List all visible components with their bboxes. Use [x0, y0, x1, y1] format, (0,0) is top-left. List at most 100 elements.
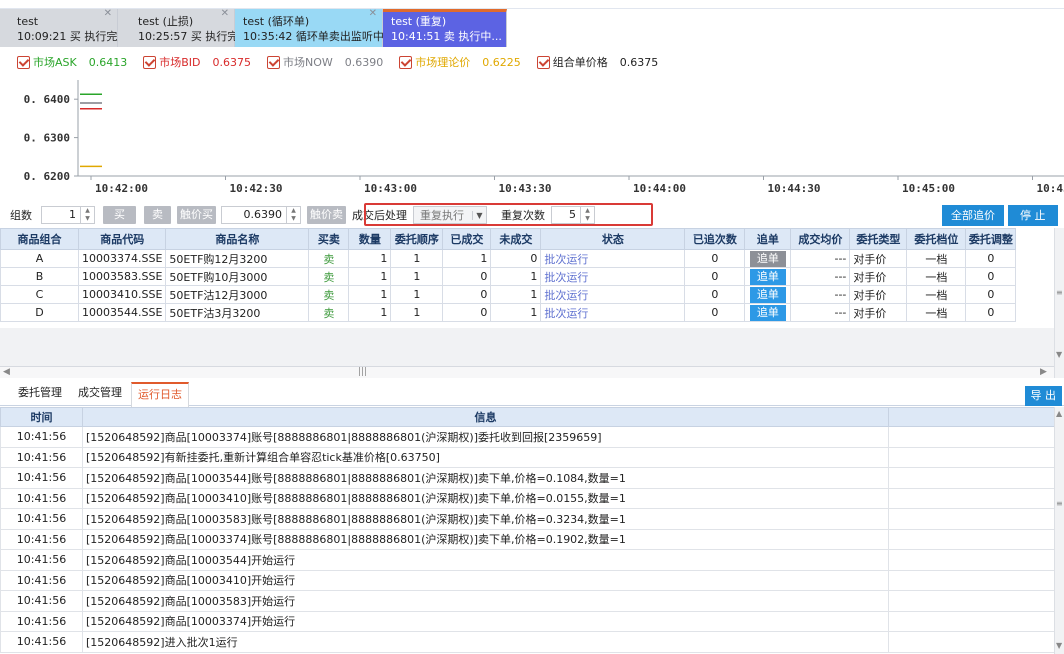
scroll-down-icon[interactable]: ▼: [1056, 641, 1062, 650]
combo-price-toggle[interactable]: 组合单价格 0.6375: [536, 54, 658, 70]
trigger-buy-button[interactable]: 触价买: [177, 206, 216, 224]
chase-button[interactable]: 追单: [749, 286, 786, 303]
stepper-arrows[interactable]: ▲ ▼: [286, 207, 300, 223]
table-row[interactable]: C 10003410.SSE 50ETF沽12月3000 卖 1 1 0 1 批…: [0, 285, 1017, 304]
col-header[interactable]: 已追次数: [684, 228, 746, 250]
table-row[interactable]: 10:41:56 [1520648592]商品[10003544]账号[88888…: [0, 467, 1055, 489]
table-row[interactable]: 10:41:56 [1520648592]进入批次1运行: [0, 631, 1055, 653]
strategy-tabs: test 10:09:21 买 执行完成 ✕ test (止损) 10:25:5…: [0, 9, 507, 47]
down-arrow-icon[interactable]: ▼: [287, 215, 300, 223]
horizontal-scrollbar[interactable]: ◀ ||| ▶: [0, 366, 1054, 378]
chase-button[interactable]: 追单: [749, 250, 786, 267]
group-count-stepper[interactable]: 1 ▲ ▼: [41, 206, 95, 224]
cell-chase: 追单: [744, 267, 792, 286]
tab-stop-loss[interactable]: test (止损) 10:25:57 买 执行完成 ✕: [118, 9, 249, 47]
scroll-left-icon[interactable]: ◀: [3, 367, 10, 377]
table-row[interactable]: 10:41:56 [1520648592]商品[10003374]账号[88888…: [0, 426, 1055, 448]
col-header[interactable]: 商品名称: [165, 228, 310, 250]
scroll-right-icon[interactable]: ▶: [1040, 367, 1047, 377]
table-row[interactable]: 10:41:56 [1520648592]商品[10003583]开始运行: [0, 590, 1055, 612]
checkbox-checked-icon[interactable]: [399, 55, 413, 69]
cell-qty: 1: [348, 267, 392, 286]
market-now-toggle[interactable]: 市场NOW 0.6390: [267, 54, 383, 70]
y-tick-label: 0. 6300: [24, 132, 70, 145]
close-icon[interactable]: ✕: [369, 9, 377, 19]
scroll-grip-icon[interactable]: ≡: [1056, 288, 1063, 297]
chase-button[interactable]: 追单: [749, 304, 786, 321]
tab-run-log[interactable]: 运行日志: [131, 382, 189, 407]
grid-vertical-scrollbar[interactable]: ≡ ▼: [1054, 228, 1064, 378]
tab-loop-order[interactable]: test (循环单) 10:35:42 循环单卖出监听中 ✕: [235, 9, 384, 47]
checkbox-checked-icon[interactable]: [267, 55, 280, 69]
market-theory-value: 0.6225: [482, 55, 521, 69]
table-row[interactable]: 10:41:56 [1520648592]商品[10003544]开始运行: [0, 549, 1055, 571]
col-header[interactable]: 未成交: [490, 228, 542, 250]
col-header[interactable]: 成交均价: [790, 228, 851, 250]
col-header[interactable]: 商品组合: [0, 228, 79, 250]
scroll-up-icon[interactable]: ▲: [1056, 409, 1062, 418]
tab-trade-management[interactable]: 成交管理: [72, 382, 128, 406]
sell-button[interactable]: 卖: [144, 206, 171, 224]
stepper-arrows[interactable]: ▲ ▼: [80, 207, 94, 223]
up-arrow-icon[interactable]: ▲: [81, 207, 94, 215]
cell-status[interactable]: 批次运行: [540, 303, 686, 322]
col-header[interactable]: 商品代码: [77, 228, 167, 250]
col-header[interactable]: 委托类型: [849, 228, 908, 250]
down-arrow-icon[interactable]: ▼: [81, 215, 94, 223]
cell-status[interactable]: 批次运行: [540, 249, 686, 268]
chase-all-button[interactable]: 全部追价: [942, 205, 1004, 226]
cell-unfilled: 1: [490, 285, 542, 304]
close-icon[interactable]: ✕: [221, 9, 229, 19]
order-grid: 商品组合 商品代码 商品名称 买卖 数量 委托顺序 已成交 未成交 状态 已追次…: [0, 228, 1017, 322]
market-ask-toggle[interactable]: 市场ASK 0.6413: [17, 54, 127, 70]
log-vertical-scrollbar[interactable]: ▲ ≡ ▼: [1054, 407, 1064, 654]
col-header-info[interactable]: 信息: [82, 407, 889, 427]
market-bid-toggle[interactable]: 市场BID 0.6375: [143, 54, 251, 70]
scroll-grip-icon[interactable]: ≡: [1056, 499, 1063, 508]
market-ask-label: 市场ASK: [33, 56, 77, 69]
checkbox-checked-icon[interactable]: [17, 55, 30, 69]
stop-button[interactable]: 停 止: [1008, 205, 1058, 226]
col-header[interactable]: 委托调整: [965, 228, 1017, 250]
col-header[interactable]: 买卖: [308, 228, 350, 250]
tab-repeat[interactable]: test (重复) 10:41:51 卖 执行中...: [383, 9, 507, 47]
close-icon[interactable]: ✕: [104, 9, 112, 19]
table-row[interactable]: 10:41:56 [1520648592]商品[10003583]账号[88888…: [0, 508, 1055, 530]
log-time: 10:41:56: [0, 590, 83, 612]
col-header[interactable]: 数量: [348, 228, 392, 250]
cell-status[interactable]: 批次运行: [540, 285, 686, 304]
export-button[interactable]: 导 出: [1024, 386, 1062, 406]
tab-test[interactable]: test 10:09:21 买 执行完成 ✕: [0, 9, 128, 47]
trigger-price-stepper[interactable]: 0.6390 ▲ ▼: [221, 206, 301, 224]
table-row[interactable]: 10:41:56 [1520648592]商品[10003410]账号[88888…: [0, 487, 1055, 509]
table-row[interactable]: A 10003374.SSE 50ETF购12月3200 卖 1 1 1 0 批…: [0, 249, 1017, 268]
up-arrow-icon[interactable]: ▲: [287, 207, 300, 215]
scroll-grip-icon[interactable]: |||: [358, 367, 367, 377]
cell-status[interactable]: 批次运行: [540, 267, 686, 286]
table-row[interactable]: 10:41:56 [1520648592]商品[10003410]开始运行: [0, 569, 1055, 591]
tab-title: test (循环单): [243, 15, 310, 28]
table-row[interactable]: 10:41:56 [1520648592]有新挂委托,重新计算组合单容忍tick基…: [0, 446, 1055, 468]
table-row[interactable]: 10:41:56 [1520648592]商品[10003374]开始运行: [0, 610, 1055, 632]
table-row[interactable]: D 10003544.SSE 50ETF沽3月3200 卖 1 1 0 1 批次…: [0, 303, 1017, 322]
checkbox-checked-icon[interactable]: [536, 55, 550, 69]
checkbox-checked-icon[interactable]: [143, 55, 157, 69]
log-message: [1520648592]商品[10003583]账号[8888886801|88…: [82, 508, 889, 530]
cell-filled: 0: [442, 303, 492, 322]
market-theory-toggle[interactable]: 市场理论价 0.6225: [399, 54, 521, 70]
buy-button[interactable]: 买: [103, 206, 136, 224]
y-tick-label: 0. 6200: [24, 170, 70, 183]
table-row[interactable]: 10:41:56 [1520648592]商品[10003374]账号[88888…: [0, 528, 1055, 550]
col-header[interactable]: 委托档位: [906, 228, 967, 250]
trigger-sell-button[interactable]: 触价卖: [307, 206, 346, 224]
col-header-time[interactable]: 时间: [0, 407, 83, 427]
scroll-down-icon[interactable]: ▼: [1056, 350, 1062, 359]
col-header[interactable]: 已成交: [442, 228, 492, 250]
col-header[interactable]: 委托顺序: [390, 228, 444, 250]
col-header[interactable]: 追单: [744, 228, 792, 250]
chase-button[interactable]: 追单: [749, 268, 786, 285]
table-row[interactable]: B 10003583.SSE 50ETF购10月3000 卖 1 1 0 1 批…: [0, 267, 1017, 286]
cell-order-type: 对手价: [849, 285, 908, 304]
tab-order-management[interactable]: 委托管理: [12, 382, 68, 406]
col-header[interactable]: 状态: [540, 228, 686, 250]
